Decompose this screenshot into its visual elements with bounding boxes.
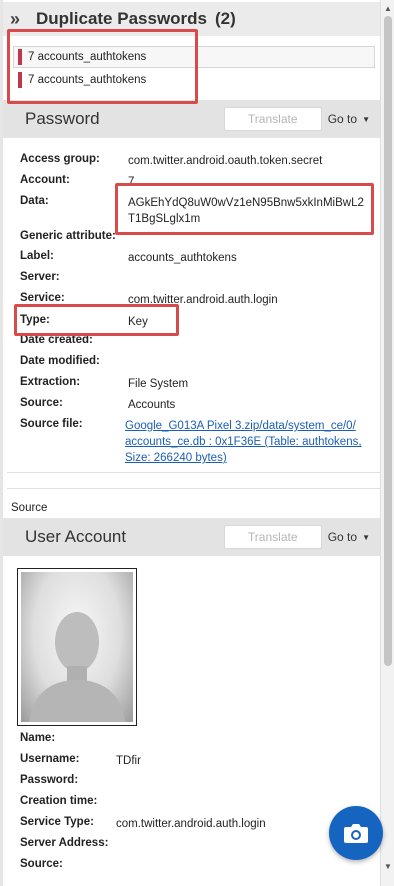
highlight-duplicates — [7, 29, 198, 104]
source-file-link-line2[interactable]: accounts_ce.db : 0x1F36E (Table: authtok… — [125, 434, 362, 450]
caret-down-icon: ▼ — [362, 532, 370, 542]
field-label: Server Address: — [20, 837, 109, 849]
field-label: Source: — [20, 858, 63, 870]
vertical-scrollbar[interactable]: ▲ ▼ — [380, 0, 394, 886]
field-label: Creation time: — [20, 795, 98, 807]
field-label: Source: — [20, 397, 63, 409]
details-panel: » Duplicate Passwords (2) 7 accounts_aut… — [0, 0, 380, 886]
source-caption: Source — [11, 502, 48, 514]
user-account-section-header: User Account Translate Go to ▼ — [3, 518, 380, 556]
goto-dropdown[interactable]: Go to ▼ — [328, 530, 370, 544]
duplicate-passwords-title: Duplicate Passwords — [36, 9, 208, 28]
divider — [7, 488, 380, 489]
field-value: TDfir — [116, 755, 141, 767]
highlight-data — [115, 183, 374, 235]
field-label: Data: — [20, 195, 49, 207]
highlight-type — [14, 304, 179, 336]
field-label: Password: — [20, 774, 79, 786]
field-label: Username: — [20, 753, 80, 765]
field-value: com.twitter.android.oauth.token.secret — [128, 155, 323, 167]
camera-button[interactable] — [329, 806, 383, 860]
translate-button[interactable]: Translate — [223, 525, 322, 549]
field-label: Name: — [20, 732, 56, 744]
avatar — [21, 572, 133, 722]
password-section-title: Password — [25, 109, 100, 128]
field-label: Date modified: — [20, 355, 100, 367]
field-value: com.twitter.android.auth.login — [116, 818, 266, 830]
field-label: Label: — [20, 250, 54, 262]
double-chevron-right-icon[interactable]: » — [10, 9, 28, 30]
scroll-down-icon[interactable]: ▼ — [381, 860, 394, 874]
field-label: Extraction: — [20, 376, 81, 388]
password-section-header: Password Translate Go to ▼ — [3, 100, 380, 138]
camera-icon — [344, 824, 368, 843]
user-account-section-title: User Account — [25, 527, 127, 546]
field-label: Service: — [20, 292, 65, 304]
goto-label: Go to — [327, 530, 358, 544]
avatar-frame — [17, 568, 137, 726]
field-label: Account: — [20, 174, 70, 186]
user-silhouette-icon — [29, 612, 125, 722]
field-label: Service Type: — [20, 816, 94, 828]
caret-down-icon: ▼ — [362, 114, 370, 124]
field-value: accounts_authtokens — [128, 252, 237, 264]
goto-dropdown[interactable]: Go to ▼ — [328, 112, 370, 126]
field-value: File System — [128, 378, 189, 390]
field-value: Accounts — [128, 399, 176, 411]
translate-button[interactable]: Translate — [223, 107, 322, 131]
divider — [7, 472, 380, 473]
field-label: Generic attribute: — [20, 230, 116, 242]
duplicate-passwords-count: (2) — [215, 9, 236, 28]
source-file-link-line3[interactable]: Size: 266240 bytes) — [125, 450, 227, 466]
field-label: Server: — [20, 271, 60, 283]
field-label: Access group: — [20, 153, 100, 165]
source-file-link-line1[interactable]: Google_G013A Pixel 3.zip/data/system_ce/… — [125, 418, 356, 434]
scroll-thumb[interactable] — [384, 16, 392, 666]
scroll-up-icon[interactable]: ▲ — [381, 2, 394, 16]
goto-label: Go to — [327, 112, 358, 126]
field-label: Source file: — [20, 418, 83, 430]
